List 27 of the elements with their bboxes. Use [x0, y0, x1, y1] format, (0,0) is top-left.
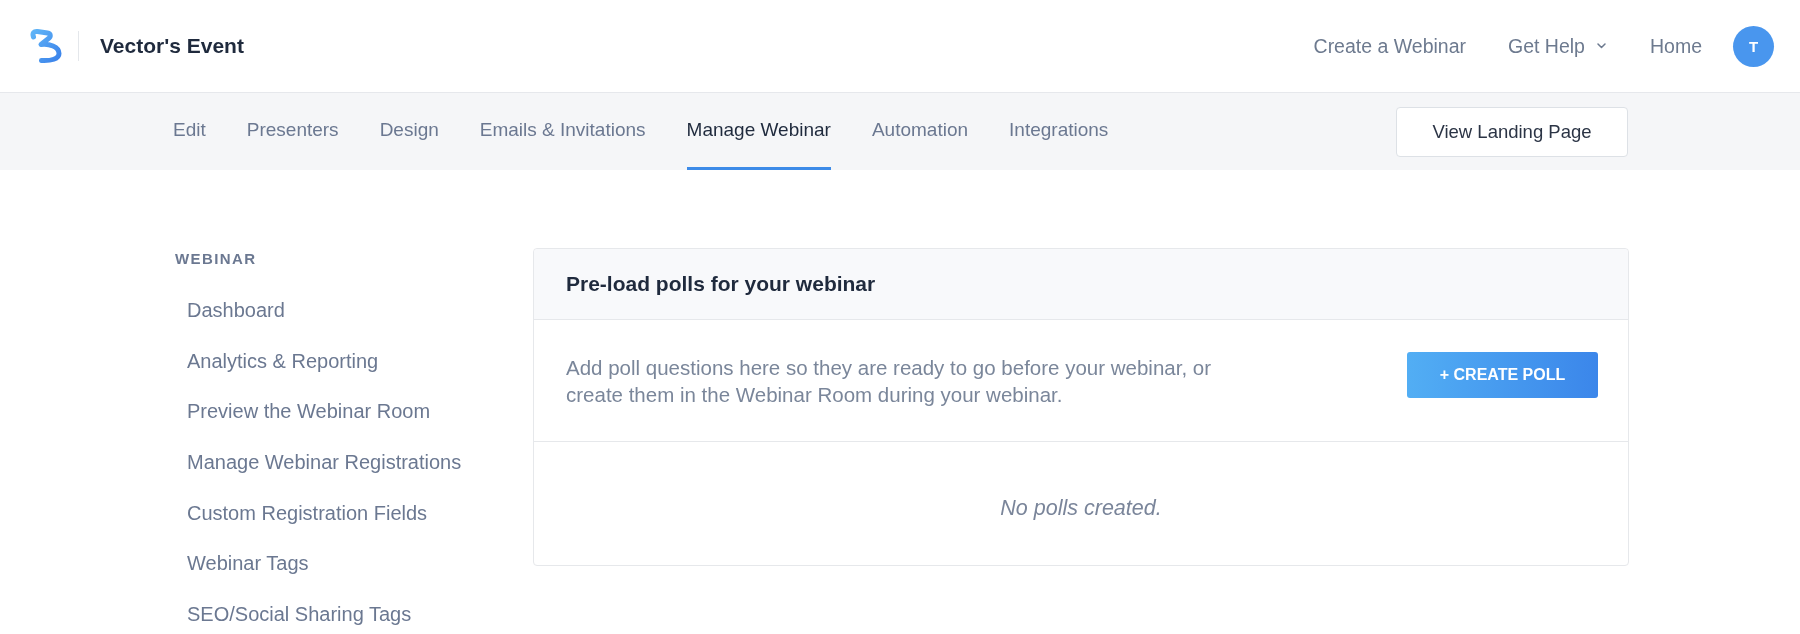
nav-tab[interactable]: Automation [871, 93, 969, 170]
create-poll-button[interactable]: + CREATE POLL [1407, 351, 1598, 398]
nav-tab[interactable]: Integrations [1009, 93, 1109, 170]
nav-tab[interactable]: Manage Webinar [686, 93, 831, 170]
nav-tab[interactable]: Emails & Invitations [479, 93, 646, 170]
nav-tab[interactable]: Design [379, 93, 439, 170]
user-avatar[interactable]: T [1733, 25, 1774, 67]
help-dropdown[interactable]: Get Help [1508, 34, 1608, 58]
card-title: Pre-load polls for your webinar [566, 272, 876, 296]
section-heading: WEBINAR [175, 250, 257, 268]
logo-icon [29, 28, 63, 64]
sidebar-link[interactable]: Analytics & Reporting [187, 348, 379, 373]
nav-link[interactable]: Create a Webinar [1313, 34, 1466, 58]
chevron-down-icon [1596, 43, 1606, 49]
sidebar-link[interactable]: Custom Registration Fields [187, 500, 428, 525]
nav-tab[interactable]: Edit [173, 93, 206, 170]
nav-link[interactable]: Home [1649, 34, 1702, 58]
description-text: Add poll questions here so they are ready to go before your webinar, or create them in the Webinar Room during your webinar. [566, 354, 1212, 408]
empty-message: No polls created. [1000, 495, 1162, 521]
sidebar-link[interactable]: Manage Webinar Registrations [187, 450, 462, 475]
sidebar-link[interactable]: SEO/Social Sharing Tags [187, 602, 412, 627]
sidebar-link[interactable]: Webinar Tags [187, 551, 309, 576]
event-title: Vector's Event [100, 34, 244, 58]
sidebar-link[interactable]: Preview the Webinar Room [187, 399, 431, 424]
sidebar-link[interactable]: Dashboard [187, 298, 285, 322]
nav-tab[interactable]: Presenters [246, 93, 339, 170]
view-landing-page-button[interactable]: View Landing Page [1396, 106, 1628, 157]
